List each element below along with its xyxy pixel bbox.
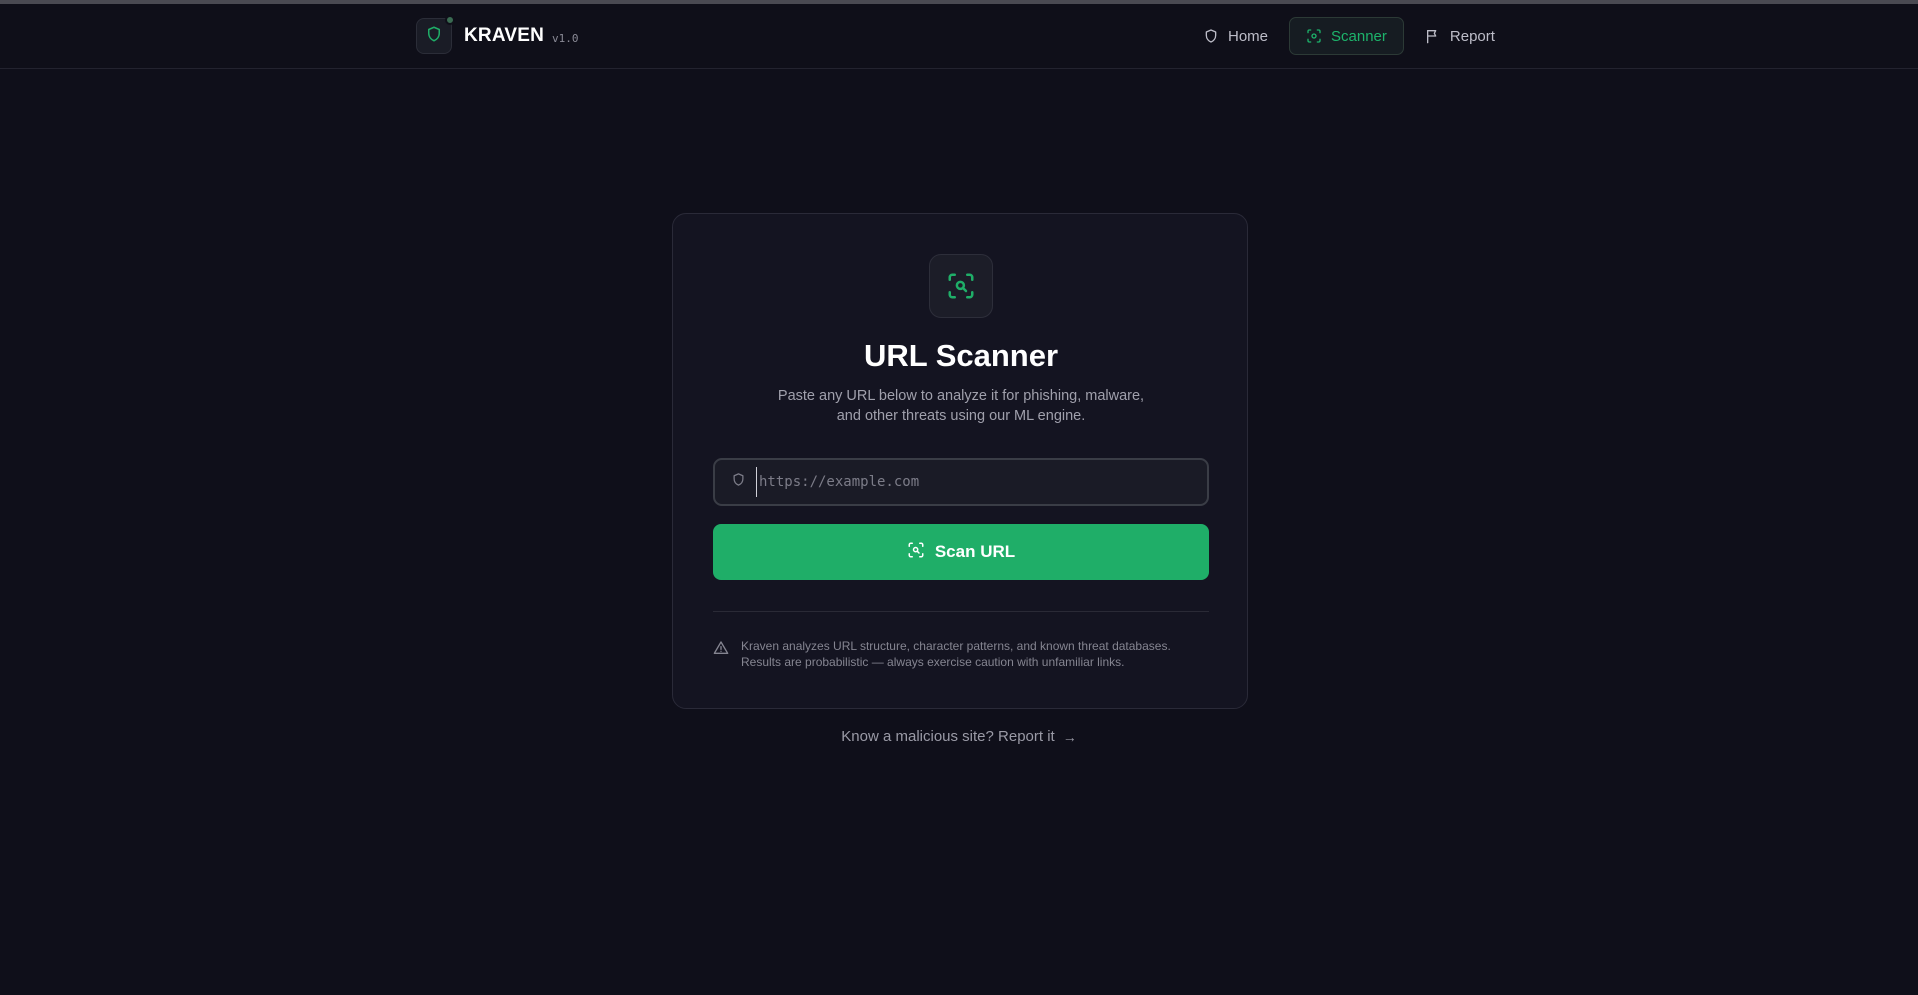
scan-button-label: Scan URL (934, 542, 1016, 561)
brand-name: KRAVEN (464, 25, 545, 46)
shield-icon (731, 472, 746, 492)
nav-item-label: Report (1449, 27, 1495, 45)
disclaimer-line: Kraven analyzes URL structure, character… (741, 639, 1171, 653)
report-link[interactable]: Know a malicious site? Report it → (0, 728, 1918, 745)
nav-item-report[interactable]: Report (1408, 17, 1512, 55)
brand[interactable]: KRAVEN v1.0 (416, 15, 579, 54)
description-line: Paste any URL below to analyze it for ph… (777, 388, 1145, 404)
disclaimer-line: Results are probabilistic — always exerc… (741, 655, 1125, 669)
shield-icon (425, 25, 443, 48)
report-link-text: Know a malicious site? Report it (841, 728, 1055, 745)
url-field[interactable] (713, 458, 1209, 506)
warning-icon (713, 638, 729, 670)
description-line: and other threats using our ML engine. (836, 408, 1086, 424)
scanner-card: URL Scanner Paste any URL below to analy… (672, 213, 1248, 709)
page-description: Paste any URL below to analyze it for ph… (761, 386, 1161, 426)
status-dot (445, 15, 455, 25)
brand-version: v1.0 (552, 31, 579, 45)
url-input[interactable] (756, 467, 1196, 497)
arrow-right-icon: → (1062, 728, 1077, 745)
nav-item-label: Home (1228, 27, 1269, 45)
nav-item-label: Scanner (1331, 27, 1387, 45)
scan-icon (907, 541, 925, 564)
page-title: URL Scanner (863, 338, 1059, 373)
scan-url-button[interactable]: Scan URL (713, 524, 1209, 580)
brand-logo (416, 15, 455, 54)
navbar: KRAVEN v1.0 Home Scanner Report (0, 4, 1918, 69)
main-nav: Home Scanner Report (1186, 17, 1516, 55)
disclaimer: Kraven analyzes URL structure, character… (713, 638, 1209, 670)
flag-icon (1425, 28, 1441, 44)
divider (713, 611, 1209, 612)
scan-search-icon (929, 254, 993, 318)
nav-item-home[interactable]: Home (1186, 17, 1285, 55)
scan-icon (1306, 28, 1322, 44)
nav-item-scanner[interactable]: Scanner (1289, 17, 1404, 55)
shield-icon (1203, 28, 1219, 44)
disclaimer-text: Kraven analyzes URL structure, character… (741, 638, 1171, 670)
